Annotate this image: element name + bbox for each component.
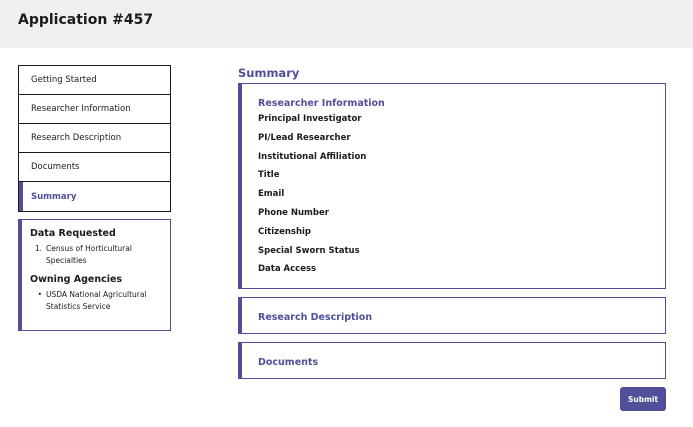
bullet-icon: • (37, 290, 42, 299)
field-pi-lead-researcher: PI/Lead Researcher (258, 132, 351, 143)
list-item-text: Census of Horticultural Specialties (46, 244, 132, 265)
researcher-information-card: Researcher Information Principal Investi… (238, 83, 666, 289)
research-description-card[interactable]: Research Description (238, 297, 666, 334)
field-principal-investigator: Principal Investigator (258, 114, 362, 124)
nav-item-researcher-information[interactable]: Researcher Information (19, 95, 170, 124)
list-item: • USDA National Agricultural Statistics … (30, 289, 164, 312)
field-special-sworn-status: Special Sworn Status (258, 245, 360, 256)
application-info-box: Data Requested 1. Census of Horticultura… (18, 219, 171, 331)
summary-title: Summary (238, 66, 300, 80)
data-requested-list: 1. Census of Horticultural Specialties (30, 243, 164, 266)
field-phone-number: Phone Number (258, 207, 329, 218)
documents-heading: Documents (258, 357, 319, 368)
data-requested-heading: Data Requested (30, 228, 116, 239)
field-data-access: Data Access (258, 264, 317, 275)
list-item-text: USDA National Agricultural Statistics Se… (46, 290, 147, 311)
field-email: Email (258, 189, 285, 200)
owning-agencies-heading: Owning Agencies (30, 274, 123, 285)
researcher-fields: Principal Investigator PI/Lead Researche… (258, 110, 665, 279)
submit-button[interactable]: Submit (620, 387, 666, 411)
nav-item-getting-started[interactable]: Getting Started (19, 66, 170, 95)
side-navigation: Getting Started Researcher Information R… (18, 65, 171, 212)
list-number: 1. (34, 244, 42, 253)
page-header: Application #457 (0, 0, 693, 48)
owning-agencies-list: • USDA National Agricultural Statistics … (30, 289, 164, 312)
nav-item-documents[interactable]: Documents (19, 153, 170, 182)
documents-card[interactable]: Documents (238, 342, 666, 379)
page-title: Application #457 (18, 12, 154, 28)
research-description-heading: Research Description (258, 312, 373, 323)
list-item: 1. Census of Horticultural Specialties (30, 243, 164, 266)
field-citizenship: Citizenship (258, 226, 312, 237)
field-institutional-affiliation: Institutional Affiliation (258, 151, 367, 162)
researcher-information-heading: Researcher Information (258, 98, 385, 109)
nav-item-research-description[interactable]: Research Description (19, 124, 170, 153)
nav-item-summary[interactable]: Summary (19, 182, 170, 211)
field-title: Title (258, 170, 280, 181)
